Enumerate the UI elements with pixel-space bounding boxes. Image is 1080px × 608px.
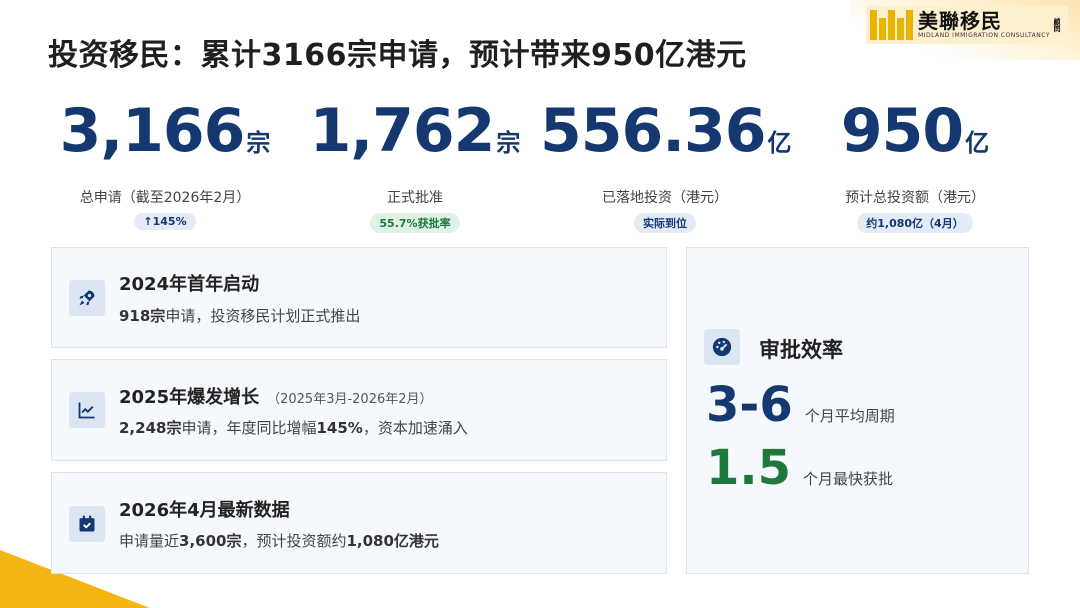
stat-approved: 1,762宗 正式批准 55.7%获批率 [290,98,540,233]
stat-value: 3,166 [59,96,246,166]
metric-value: 1.5 [706,440,792,496]
metric-label: 个月平均周期 [804,407,895,425]
stat-value: 950 [840,96,964,166]
card-date-range: （2025年3月-2026年2月） [267,392,433,407]
card-title: 2024年首年启动 [119,274,260,295]
stat-landed-investment: 556.36亿 已落地投资（港元） 实际到位 [540,96,792,233]
metric-label: 个月最快获批 [803,470,894,488]
timeline-card-2025: 2025年爆发增长 （2025年3月-2026年2月） 2,248宗申请，年度同比… [51,359,667,461]
card-title: 2026年4月最新数据 [119,500,290,521]
stat-label: 已落地投资（港元） [602,190,728,206]
approval-efficiency-panel: 审批效率 3-6 个月平均周期 1.5 个月最快获批 [686,247,1029,574]
actual-funds-badge: 实际到位 [634,213,696,233]
stat-value: 1,762 [309,96,496,166]
card-description: 申请量近3,600宗，预计投资额约1,080亿港元 [119,532,439,550]
card-title: 2025年爆发增长 （2025年3月-2026年2月） [119,387,433,408]
page-title: 投资移民：累计3166宗申请，预计带来950亿港元 [48,38,747,73]
logo-name: 美聯移民 [918,9,1003,33]
stat-value: 556.36 [540,96,767,166]
stat-label: 正式批准 [387,190,443,206]
growth-badge: ↑145% [134,213,196,230]
stat-projected-investment: 950亿 预计总投资额（港元） 约1,080亿（4月） [790,98,1040,233]
logo-mark-icon [870,10,914,40]
stat-unit: 宗 [496,129,521,157]
line-chart-icon [69,392,105,428]
panel-title: 审批效率 [759,338,843,362]
fastest-approval-metric: 1.5 个月最快获批 [706,440,893,496]
stats-row: 3,166宗 总申请（截至2026年2月） ↑145% 1,762宗 正式批准 … [40,98,1040,233]
company-logo: 美聯移民 MIDLAND IMMIGRATION CONSULTANCY 顧問 [866,6,1068,44]
stat-unit: 亿 [965,129,990,157]
card-description: 918宗申请，投资移民计划正式推出 [119,307,361,325]
stat-total-applications: 3,166宗 总申请（截至2026年2月） ↑145% [40,98,290,233]
projection-badge: 约1,080亿（4月） [857,213,973,233]
stat-unit: 宗 [246,129,271,157]
stat-label: 预计总投资额（港元） [845,190,985,206]
rocket-icon [69,280,105,316]
calendar-check-icon [69,506,105,542]
card-description: 2,248宗申请，年度同比增幅145%，资本加速涌入 [119,419,468,437]
logo-subtitle: MIDLAND IMMIGRATION CONSULTANCY [918,32,1050,39]
approval-rate-badge: 55.7%获批率 [370,213,460,233]
average-cycle-metric: 3-6 个月平均周期 [706,377,895,433]
stat-unit: 亿 [767,129,792,157]
timeline-card-2026: 2026年4月最新数据 申请量近3,600宗，预计投资额约1,080亿港元 [51,472,667,574]
logo-tag: 顧問 [1053,18,1061,32]
stat-label: 总申请（截至2026年2月） [79,190,251,206]
timeline-card-2024: 2024年首年启动 918宗申请，投资移民计划正式推出 [51,247,667,348]
metric-value: 3-6 [706,377,793,433]
speedometer-icon [704,329,740,365]
